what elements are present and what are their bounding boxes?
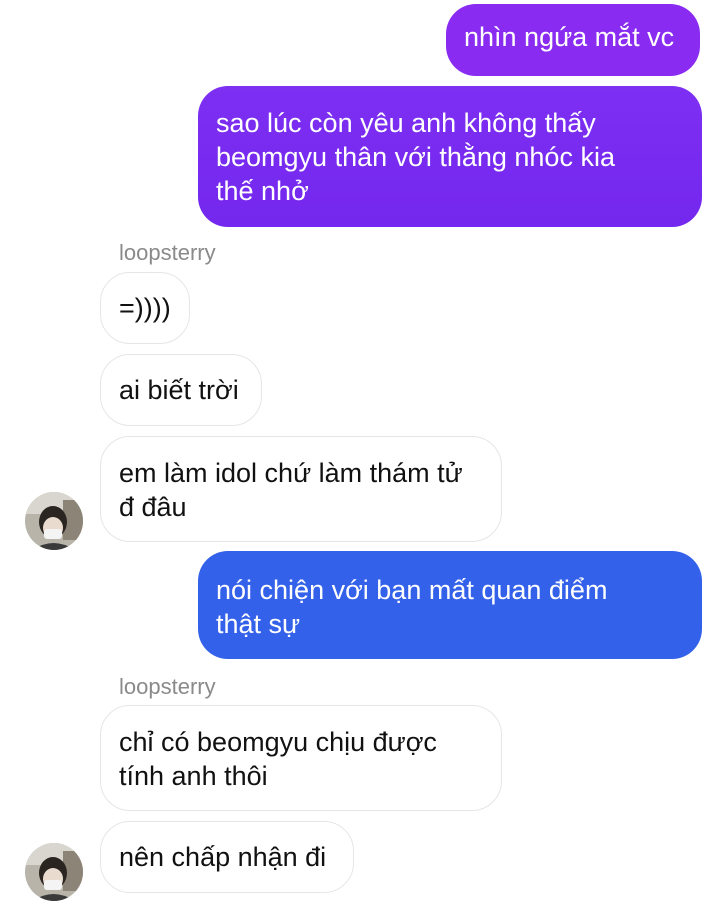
- received-message-bubble[interactable]: nên chấp nhận đi: [100, 821, 354, 893]
- received-message-bubble[interactable]: =)))): [100, 272, 190, 344]
- avatar-photo-icon: [25, 843, 83, 901]
- received-message-bubble[interactable]: ai biết trời: [100, 354, 262, 426]
- sender-name: loopsterry: [119, 240, 216, 265]
- received-message-bubble[interactable]: chỉ có beomgyu chịu được tính anh thôi: [100, 705, 502, 811]
- sender-name: loopsterry: [119, 674, 216, 699]
- avatar-photo-icon: [25, 492, 83, 550]
- sent-message-bubble[interactable]: nói chiện với bạn mất quan điểm thật sự: [198, 551, 702, 659]
- sent-message-bubble[interactable]: nhìn ngứa mắt vc: [446, 4, 700, 76]
- avatar[interactable]: [25, 492, 83, 550]
- avatar[interactable]: [25, 843, 83, 901]
- received-message-bubble[interactable]: em làm idol chứ làm thám tử đ đâu: [100, 436, 502, 542]
- sent-message-bubble[interactable]: sao lúc còn yêu anh không thấy beomgyu t…: [198, 86, 702, 227]
